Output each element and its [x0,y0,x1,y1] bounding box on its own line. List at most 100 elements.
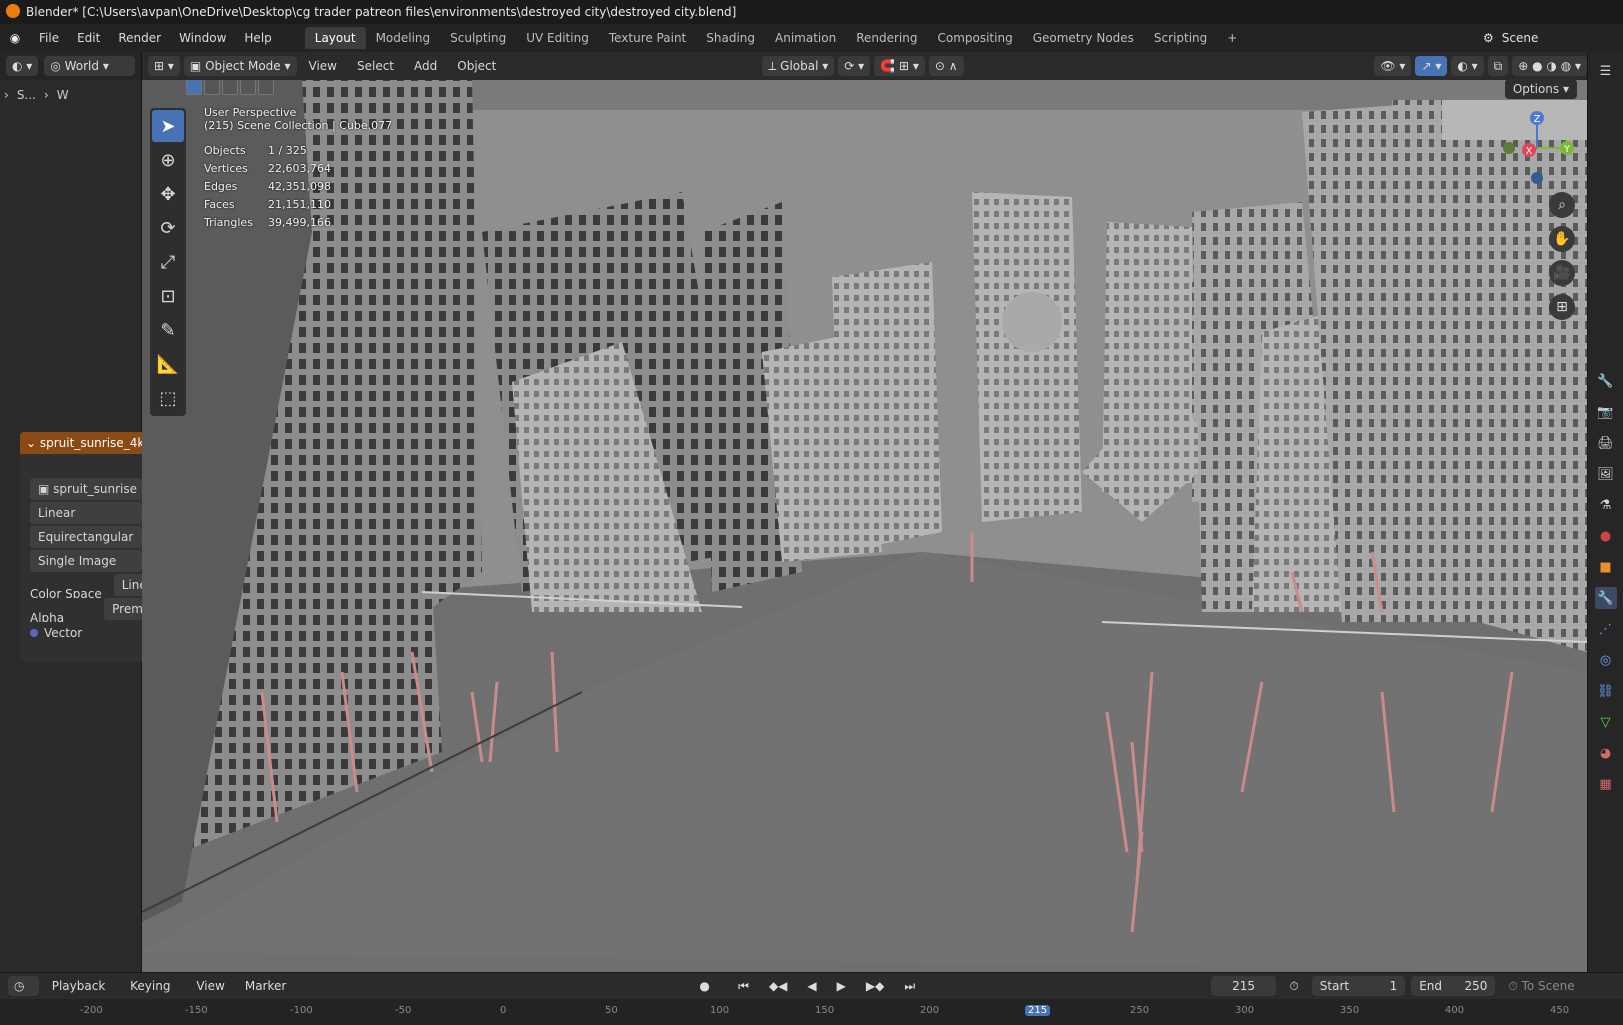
pivot-point-dropdown[interactable]: ⟳ ▾ [838,56,871,76]
interpolation-dropdown[interactable]: Linear [30,502,142,524]
texture-properties-icon[interactable]: ▦ [1595,773,1617,795]
camera-icon[interactable]: 🎥 [1549,260,1575,286]
menu-render[interactable]: Render [109,27,170,49]
proportional-editing-toggle[interactable]: ⊙ ∧ [928,56,964,76]
tab-layout[interactable]: Layout [304,27,366,49]
gizmo-toggle[interactable]: ↗ ▾ [1415,56,1448,76]
menu-edit[interactable]: Edit [68,27,109,49]
jump-end-button[interactable]: ⏭ [897,976,922,996]
timeline-ruler[interactable]: -200 -150 -100 -50 0 50 100 150 200 215 250 300 350 4… [0,999,1623,1025]
current-frame-field[interactable]: 215 [1210,976,1277,996]
move-tool-icon[interactable]: ✥ [152,178,184,210]
select-intersect-button[interactable] [258,79,274,95]
select-extend-button[interactable] [204,79,220,95]
source-dropdown[interactable]: Single Image [30,550,142,572]
play-reverse-button[interactable]: ◀ [800,976,823,996]
breadcrumb-scene[interactable]: S... [17,88,36,102]
editor-type-dropdown[interactable]: ◷ ▾ [8,976,39,1013]
tab-modeling[interactable]: Modeling [366,27,441,49]
transform-orientation-dropdown[interactable]: ⟂ Global ▾ [762,56,835,76]
view-layer-icon[interactable]: 🖼 [1595,463,1617,485]
node-header[interactable]: ⌄ spruit_sunrise_4k.e [20,432,142,454]
prev-keyframe-button[interactable]: ◆◀ [762,976,794,996]
transform-tool-icon[interactable]: ⊡ [152,280,184,312]
physics-icon[interactable]: ◎ [1595,649,1617,671]
vector-socket[interactable] [30,629,38,637]
play-button[interactable]: ▶ [830,976,853,996]
annotate-tool-icon[interactable]: ✎ [152,314,184,346]
add-workspace-button[interactable]: + [1217,27,1247,49]
color-space-dropdown[interactable]: Linea [113,574,142,596]
jump-start-button[interactable]: ⏮ [731,976,756,996]
render-properties-icon[interactable]: 📷 [1595,401,1617,423]
navigation-gizmo[interactable]: Z Y X [1497,108,1577,188]
next-keyframe-button[interactable]: ▶◆ [859,976,891,996]
editor-type-dropdown[interactable]: ◐ ▾ [6,56,39,76]
scene-selector[interactable]: ⚙ Scene [1473,24,1623,52]
world-properties-icon[interactable]: ● [1595,525,1617,547]
object-mode-dropdown[interactable]: ▣ Object Mode ▾ [183,56,297,76]
zoom-icon[interactable]: ⌕ [1549,192,1575,218]
viewport-menu-add[interactable]: Add [406,59,445,73]
shading-mode-buttons[interactable]: ⊕ ● ◑ ◍ ▾ [1512,56,1587,76]
alpha-dropdown[interactable]: Prem [104,598,142,620]
image-selector[interactable]: ▣ spruit_sunrise [30,478,142,500]
select-subtract-button[interactable] [222,79,238,95]
output-properties-icon[interactable]: 🖨 [1595,432,1617,454]
constraints-icon[interactable]: ⛓ [1595,680,1617,702]
menu-help[interactable]: Help [235,27,280,49]
snap-toggle[interactable]: 🧲 ⊞ ▾ [874,56,925,76]
scene-range-toggle[interactable]: ⏱ To Scene Range [1501,976,1615,1013]
overlay-toggle[interactable]: ◐ ▾ [1451,56,1484,76]
3d-viewport[interactable]: ⊞ ▾ ▣ Object Mode ▾ View Select Add Obje… [142,52,1587,972]
data-properties-icon[interactable]: ▽ [1595,711,1617,733]
tab-uv-editing[interactable]: UV Editing [516,27,599,49]
tab-rendering[interactable]: Rendering [846,27,927,49]
particles-icon[interactable]: ⋰ [1595,618,1617,640]
timeline-menu-keying[interactable]: Keying ▾ [123,976,183,1013]
tab-scripting[interactable]: Scripting [1144,27,1217,49]
environment-texture-node[interactable]: ⌄ spruit_sunrise_4k.e ▣ spruit_sunrise L… [20,432,142,662]
select-difference-button[interactable] [240,79,256,95]
record-button[interactable]: ● ▾ [692,976,725,1013]
select-tool-icon[interactable]: ➤ [152,110,184,142]
end-frame-field[interactable]: End 250 [1411,976,1496,996]
perspective-grid-icon[interactable]: ⊞ [1549,294,1575,320]
scale-tool-icon[interactable]: ⤢ [152,246,184,278]
timeline-menu-playback[interactable]: Playback ▾ [45,976,117,1013]
outliner-icon[interactable]: ☰ [1595,60,1617,82]
tab-shading[interactable]: Shading [696,27,765,49]
projection-dropdown[interactable]: Equirectangular [30,526,142,548]
tab-geometry-nodes[interactable]: Geometry Nodes [1023,27,1144,49]
breadcrumb-world[interactable]: W [57,88,69,102]
chevron-down-icon[interactable]: ⌄ [26,436,40,450]
pan-hand-icon[interactable]: ✋ [1549,226,1575,252]
shader-type-dropdown[interactable]: ◎ World ▾ [44,56,135,76]
visibility-dropdown[interactable]: 👁 ▾ [1374,56,1412,76]
editor-type-dropdown[interactable]: ⊞ ▾ [148,56,180,76]
stopwatch-icon[interactable]: ⏱ [1282,976,1305,996]
rotate-tool-icon[interactable]: ⟳ [152,212,184,244]
object-properties-icon[interactable]: ■ [1595,556,1617,578]
material-properties-icon[interactable]: ◕ [1595,742,1617,764]
measure-tool-icon[interactable]: 📐 [152,348,184,380]
modifier-properties-icon[interactable]: 🔧 [1594,587,1617,609]
viewport-menu-object[interactable]: Object [449,59,504,73]
tab-texture-paint[interactable]: Texture Paint [599,27,696,49]
timeline-menu-marker[interactable]: Marker [238,976,293,996]
start-frame-field[interactable]: Start 1 [1311,976,1406,996]
blender-menu-icon[interactable]: ◉ [0,31,30,45]
viewport-menu-select[interactable]: Select [349,59,402,73]
timeline-menu-view[interactable]: View [189,976,231,996]
xray-toggle[interactable]: ⧉ [1487,56,1509,76]
tool-properties-icon[interactable]: 🔧 [1595,370,1617,392]
scene-properties-icon[interactable]: ⚗ [1595,494,1617,516]
viewport-menu-view[interactable]: View [301,59,345,73]
select-new-button[interactable] [186,79,202,95]
add-cube-tool-icon[interactable]: ⬚ [152,382,184,414]
tab-sculpting[interactable]: Sculpting [440,27,516,49]
menu-file[interactable]: File [30,27,68,49]
tab-animation[interactable]: Animation [765,27,846,49]
menu-window[interactable]: Window [170,27,235,49]
options-dropdown[interactable]: Options ▾ [1504,79,1577,99]
